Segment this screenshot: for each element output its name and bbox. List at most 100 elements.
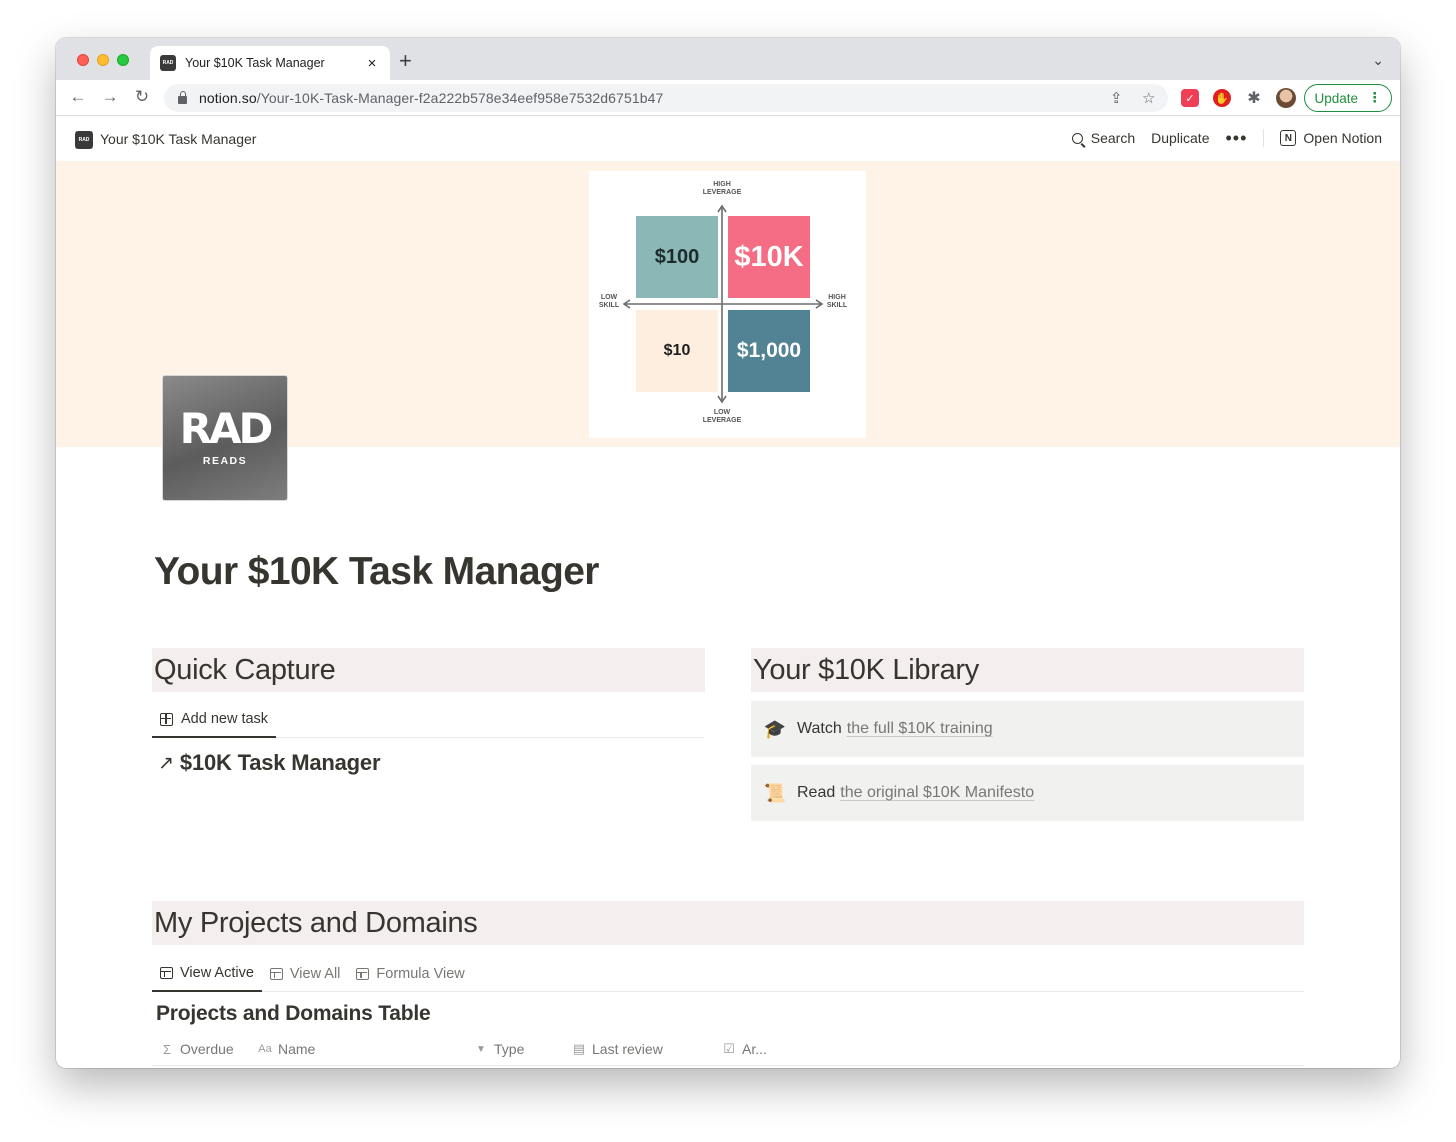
quadrant-10k: $10K [728,216,810,298]
back-arrow-icon[interactable]: ← [68,87,88,107]
library-heading: Your $10K Library [753,653,979,686]
library-item-manifesto: 📜 Read the original $10K Manifesto [751,765,1304,821]
column-header-archived[interactable]: ☑ Ar... [722,1038,767,1060]
search-icon [1071,132,1083,144]
column-label: Last review [592,1041,663,1057]
table-header-divider [152,1065,1304,1066]
tab-strip: RAD Your $10K Task Manager × + ⌄ [56,38,1400,80]
minimize-window-button[interactable] [97,54,109,66]
notion-topbar: RAD Your $10K Task Manager Search Duplic… [56,117,1400,161]
column-header-type[interactable]: ▼ Type [474,1038,524,1060]
add-new-task-button[interactable]: Add new task [152,702,277,738]
browser-tab[interactable]: RAD Your $10K Task Manager × [150,46,390,80]
leverage-skill-matrix: $100 $10K $10 $1,000 HIGH LEVERAGE LOW LEV… [589,171,866,438]
library-item-verb: Read [797,784,836,801]
adblock-extension-icon[interactable]: ✋ [1213,89,1231,107]
bookmark-star-icon[interactable]: ☆ [1142,89,1155,107]
extensions-puzzle-icon[interactable]: ✱ [1245,89,1263,107]
tab-formula-view[interactable]: Formula View [348,956,472,992]
pocket-extension-icon[interactable]: ✓ [1181,89,1199,107]
axis-word: LOW [600,294,618,301]
tab-view-all[interactable]: View All [262,956,349,992]
table-icon [356,968,370,980]
url-text[interactable]: notion.so/Your-10K-Task-Manager-f2a222b5… [199,90,663,106]
close-tab-icon[interactable]: × [364,55,380,72]
address-bar[interactable]: notion.so/Your-10K-Task-Manager-f2a222b5… [164,84,1168,112]
search-button[interactable]: Search [1071,130,1136,146]
task-manager-link-label: $10K Task Manager [179,750,381,775]
forward-arrow-icon[interactable]: → [100,87,120,107]
page-icon-rad-reads[interactable]: RAD READS [162,375,288,501]
tab-search-chevron-icon[interactable]: ⌄ [1372,52,1384,69]
tab-label: View All [289,966,341,982]
task-manager-link[interactable]: ↗ $10K Task Manager [158,750,381,776]
open-notion-button[interactable]: N Open Notion [1280,130,1382,146]
tab-label: Formula View [376,966,465,982]
url-host: notion.so [199,90,257,106]
maximize-window-button[interactable] [117,54,129,66]
axis-word: LOW [713,409,731,416]
column-label: Overdue [180,1041,234,1057]
reads-logo-text: READS [202,455,248,467]
update-button[interactable]: Update ⋮ [1304,84,1392,112]
search-label: Search [1090,130,1136,146]
axis-word: LEVERAGE [702,417,742,424]
column-label: Name [278,1041,316,1057]
new-tab-button[interactable]: + [399,50,412,72]
quick-capture-heading: Quick Capture [154,653,336,686]
library-item-verb: Watch [797,720,842,737]
axis-word: HIGH [828,294,846,301]
library-item-training: 🎓 Watch the full $10K training [751,701,1304,757]
axis-word: LEVERAGE [702,189,742,196]
table-icon [269,968,283,980]
quick-capture-heading-block: Quick Capture [152,648,705,692]
database-grid-icon [160,712,173,726]
column-header-name[interactable]: Aa Name [258,1038,315,1060]
quadrant-label: $10 [663,342,691,359]
formula-sigma-icon: Σ [162,1041,172,1057]
tab-title: Your $10K Task Manager [185,56,325,70]
axis-word: HIGH [713,181,731,188]
tab-label: View Active [180,965,254,981]
notion-logo-icon: N [1280,130,1297,146]
column-label: Ar... [742,1041,767,1057]
share-icon[interactable]: ⇪ [1110,89,1123,107]
axis-label-right: HIGH SKILL [821,294,853,310]
axis-word: SKILL [598,302,620,309]
open-notion-label: Open Notion [1303,130,1382,146]
topbar-actions: Search Duplicate ••• N Open Notion [1056,129,1382,147]
close-window-button[interactable] [77,54,89,66]
url-path: /Your-10K-Task-Manager-f2a222b578e34eef9… [256,90,664,106]
reload-icon[interactable]: ↻ [132,87,152,107]
duplicate-button[interactable]: Duplicate [1151,130,1209,146]
manifesto-link[interactable]: the original $10K Manifesto [840,784,1034,802]
training-link[interactable]: the full $10K training [847,720,993,738]
axis-word: SKILL [826,302,848,309]
tab-view-active[interactable]: View Active [152,956,262,992]
quadrant-label: $10K [734,240,804,273]
graduation-cap-icon: 🎓 [763,718,787,739]
checkbox-icon: ☑ [723,1041,735,1056]
add-new-task-label: Add new task [181,711,269,727]
select-chevron-icon: ▼ [476,1043,486,1055]
quadrant-1000: $1,000 [728,310,810,392]
quick-capture-tabs: Add new task [152,702,704,738]
axis-label-left: LOW SKILL [593,294,625,310]
column-header-overdue[interactable]: Σ Overdue [160,1038,234,1060]
lock-icon[interactable] [178,90,187,104]
browser-window: RAD Your $10K Task Manager × + ⌄ ← → ↻ n… [56,38,1400,1068]
browser-toolbar: ← → ↻ notion.so/Your-10K-Task-Manager-f2… [56,80,1400,116]
rad-logo-mark: RAD [179,404,274,453]
projects-heading: My Projects and Domains [154,906,478,939]
divider [1263,129,1265,147]
page-title: Your $10K Task Manager [154,550,599,593]
column-header-last-review[interactable]: ▤ Last review [572,1038,663,1060]
link-arrow-icon: ↗ [158,752,174,774]
database-view-tabs: View Active View All Formula View [152,956,1304,992]
update-label: Update [1314,90,1359,106]
database-title[interactable]: Projects and Domains Table [156,1002,431,1026]
library-heading-block: Your $10K Library [751,648,1304,692]
breadcrumb-page-title[interactable]: Your $10K Task Manager [100,131,256,147]
profile-avatar[interactable] [1276,88,1296,108]
more-options-icon[interactable]: ••• [1225,129,1247,147]
